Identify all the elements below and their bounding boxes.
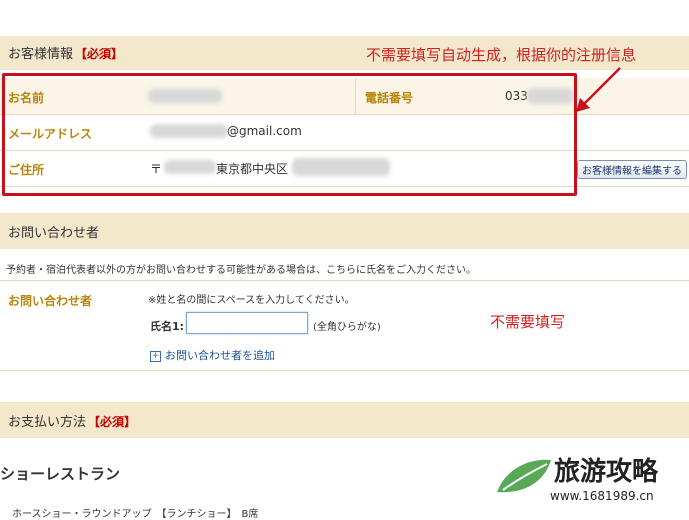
plus-icon: + <box>150 351 161 362</box>
contact-note: ※姓と名の間にスペースを入力してください。 <box>148 295 355 306</box>
watermark-leaf-icon <box>497 459 551 493</box>
watermark-brand: 旅游攻略 <box>554 457 659 487</box>
customer-info-title: お客様情報 【必須】 <box>8 43 123 62</box>
annotation-no-need: 不需要填写 <box>490 313 566 331</box>
add-contact-person-link[interactable]: + お問い合わせ者を追加 <box>150 347 275 363</box>
contact-person-title: お問い合わせ者 <box>8 226 100 241</box>
edit-customer-info-button[interactable]: お客様情報を編集する <box>577 160 687 179</box>
contact-person-label: お問い合わせ者 <box>8 294 93 308</box>
payment-title-text: お支払い方法 <box>8 415 87 430</box>
payment-title: お支払い方法 【必須】 <box>8 411 136 430</box>
add-contact-person-label: お問い合わせ者を追加 <box>165 349 275 362</box>
name1-hint: (全角ひらがな) <box>313 322 381 333</box>
contact-person-header <box>0 213 689 249</box>
name1-label: 氏名1: <box>150 320 185 333</box>
watermark-url: www.1681989.cn <box>550 489 654 503</box>
required-badge: 【必須】 <box>88 415 137 429</box>
customer-info-title-text: お客様情報 <box>8 47 74 62</box>
name1-input[interactable] <box>186 312 308 334</box>
show-restaurant-title: ショーレストラン <box>0 465 121 483</box>
contact-description: 予約者・宿泊代表者以外の方がお問い合わせする可能性がある場合は、こちらに氏名をご… <box>6 265 476 276</box>
show-restaurant-item: ホースショー・ラウンドアップ 【ランチショー】 B席 <box>12 509 259 520</box>
annotation-arrow-icon <box>576 67 621 112</box>
row-divider <box>0 280 689 281</box>
annotation-highlight-box <box>2 73 577 196</box>
required-badge: 【必須】 <box>75 47 124 61</box>
section-divider <box>0 370 689 371</box>
